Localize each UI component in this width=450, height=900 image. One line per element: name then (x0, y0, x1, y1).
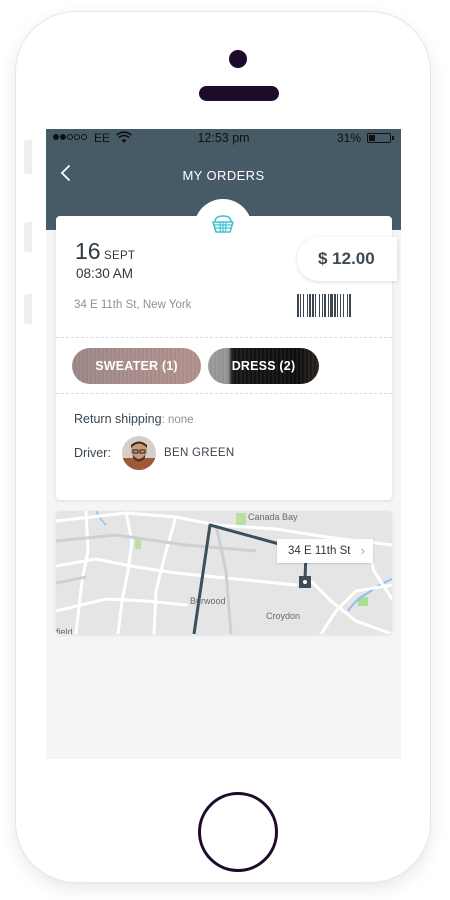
location-pin-icon (299, 576, 311, 588)
map-label: Canada Bay (248, 512, 298, 522)
item-chip-dress[interactable]: DRESS (2) (208, 348, 319, 384)
volume-down-button (24, 294, 32, 324)
item-chip-label: SWEATER (1) (95, 359, 178, 373)
app-screen: EE 12:53 pm 31% MY ORDERS 16 SEPT 08:30 … (46, 129, 401, 759)
front-camera (229, 50, 247, 68)
page-title: MY ORDERS (182, 168, 265, 183)
order-card[interactable]: 16 SEPT 08:30 AM 34 E 11th St, New York … (56, 216, 397, 500)
divider (56, 337, 392, 338)
home-button[interactable] (198, 792, 278, 872)
basket-icon (212, 215, 234, 233)
barcode-icon (297, 294, 351, 317)
battery-percentage: 31% (337, 131, 362, 145)
return-shipping-label: Return shipping (74, 412, 162, 426)
callout-address: 34 E 11th St (288, 545, 351, 557)
return-shipping-row: Return shipping: none (74, 412, 194, 426)
map-label: field (56, 627, 73, 634)
order-time: 08:30 AM (76, 266, 134, 281)
price-badge: $ 12.00 (297, 237, 397, 281)
order-icon-badge (194, 199, 252, 257)
battery-icon (367, 133, 394, 143)
order-price: $ 12.00 (318, 249, 375, 268)
order-address: 34 E 11th St, New York (74, 299, 192, 311)
order-date-month: SEPT (104, 250, 136, 262)
earpiece-speaker (199, 86, 279, 101)
chevron-right-icon: › (360, 543, 365, 558)
return-shipping-value: none (164, 414, 194, 426)
map-location-callout[interactable]: 34 E 11th St › (277, 539, 373, 563)
map-roads (56, 511, 392, 634)
item-chip-sweater[interactable]: SWEATER (1) (72, 348, 201, 384)
driver-avatar (122, 436, 156, 470)
item-chip-label: DRESS (2) (231, 359, 296, 373)
volume-up-button (24, 222, 32, 252)
driver-label: Driver: (74, 446, 111, 460)
delivery-map[interactable]: Canada Bay Burwood Croydon field 34 E 11… (56, 511, 392, 634)
order-date-day: 16 (75, 238, 101, 264)
status-bar: EE 12:53 pm 31% (46, 129, 401, 149)
map-label: Croydon (266, 611, 301, 621)
mute-switch (24, 140, 32, 174)
driver-name: BEN GREEN (164, 447, 235, 459)
map-label: Burwood (190, 596, 226, 606)
divider (56, 393, 392, 394)
